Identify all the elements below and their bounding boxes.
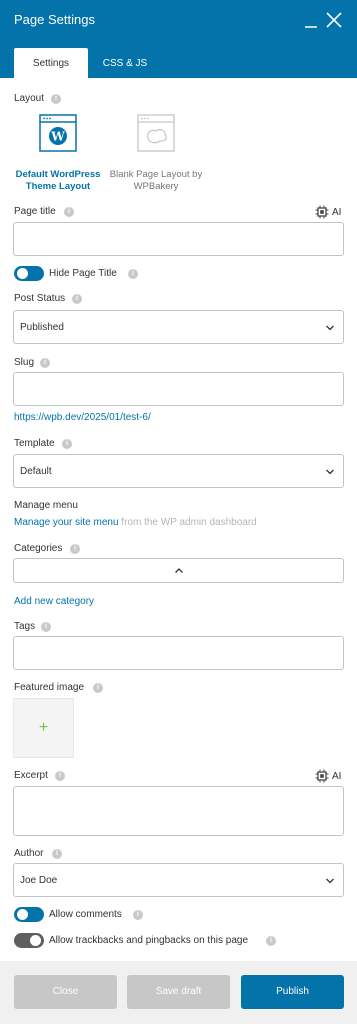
post-status-select[interactable]: Published	[13, 310, 344, 344]
plus-icon: +	[38, 719, 49, 736]
featured-image-add-button[interactable]: +	[13, 698, 74, 758]
tab-css-js[interactable]: CSS & JS	[95, 48, 155, 78]
close-button[interactable]: Close	[14, 975, 117, 1009]
manage-site-menu-link[interactable]: Manage your site menu	[14, 517, 119, 528]
manage-menu-suffix: from the WP admin dashboard	[121, 517, 257, 528]
ai-chip-icon	[315, 205, 329, 219]
slug-label: Slug	[14, 357, 35, 368]
template-value: Default	[20, 466, 52, 477]
categories-info-icon: i	[70, 544, 80, 554]
tab-settings[interactable]: Settings	[14, 48, 88, 78]
allow-trackbacks-label: Allow trackbacks and pingbacks on this p…	[49, 935, 249, 946]
layout-default-label: Default WordPress Theme Layout	[15, 169, 101, 192]
excerpt-textarea[interactable]	[13, 786, 344, 836]
page-title-input[interactable]	[13, 222, 344, 256]
allow-comments-info-icon: i	[133, 910, 143, 920]
minimize-icon	[305, 26, 317, 28]
post-status-value: Published	[20, 322, 64, 333]
featured-image-label: Featured image	[14, 682, 85, 693]
author-info-icon: i	[52, 849, 62, 859]
chevron-down-icon	[326, 325, 334, 331]
minimize-button[interactable]	[302, 10, 322, 30]
layout-info-icon: i	[51, 94, 61, 104]
featured-image-info-icon: i	[93, 683, 103, 693]
slug-input[interactable]	[13, 372, 344, 406]
allow-comments-label: Allow comments	[49, 909, 122, 920]
author-value: Joe Doe	[20, 875, 58, 886]
allow-trackbacks-info-icon: i	[266, 936, 276, 946]
panel-footer: Close Save draft Publish	[0, 961, 357, 1024]
add-new-category-link[interactable]: Add new category	[14, 596, 94, 607]
close-panel-button[interactable]	[324, 10, 344, 30]
save-draft-button[interactable]: Save draft	[127, 975, 230, 1009]
tags-input[interactable]	[13, 636, 344, 670]
author-select[interactable]: Joe Doe	[13, 863, 344, 897]
page-settings-header: Page Settings Settings CSS & JS	[0, 0, 357, 78]
wordpress-layout-icon: W	[39, 114, 77, 152]
chevron-down-icon	[326, 878, 334, 884]
slug-url-link[interactable]: https://wpb.dev/2025/01/test-6/	[14, 412, 151, 423]
layout-option-default[interactable]: W Default WordPress Theme Layout	[8, 114, 108, 193]
hide-page-title-label: Hide Page Title	[49, 268, 117, 279]
categories-label: Categories	[14, 543, 63, 554]
hide-page-title-toggle[interactable]	[14, 266, 44, 281]
layout-label: Layout	[14, 93, 45, 104]
svg-text:W: W	[50, 130, 65, 144]
post-status-label: Post Status	[14, 293, 66, 304]
panel-title: Page Settings	[14, 12, 95, 27]
chevron-down-icon	[326, 469, 334, 475]
page-title-ai-button[interactable]: AI	[315, 205, 341, 219]
template-label: Template	[14, 438, 55, 449]
allow-trackbacks-toggle[interactable]	[14, 933, 44, 948]
excerpt-ai-label: AI	[332, 770, 342, 782]
ai-chip-icon	[315, 769, 329, 783]
publish-button[interactable]: Publish	[241, 975, 344, 1009]
hide-title-info-icon: i	[128, 269, 138, 279]
tags-label: Tags	[14, 621, 36, 632]
manage-menu-label: Manage menu	[14, 500, 78, 511]
slug-info-icon: i	[40, 358, 50, 368]
layout-option-blank[interactable]: Blank Page Layout by WPBakery	[106, 114, 206, 193]
excerpt-ai-button[interactable]: AI	[315, 769, 341, 783]
chevron-up-icon	[175, 568, 183, 573]
blank-layout-icon	[137, 114, 175, 152]
tags-info-icon: i	[41, 622, 51, 632]
categories-field[interactable]	[13, 558, 344, 583]
page-title-info-icon: i	[64, 207, 74, 217]
manage-menu-text: Manage your site menu from the WP admin …	[14, 517, 257, 528]
layout-blank-label: Blank Page Layout by WPBakery	[109, 169, 203, 192]
template-info-icon: i	[62, 439, 72, 449]
close-icon	[326, 12, 342, 28]
page-title-ai-label: AI	[332, 206, 342, 218]
template-select[interactable]: Default	[13, 454, 344, 488]
excerpt-label: Excerpt	[14, 770, 48, 781]
allow-comments-toggle[interactable]	[14, 907, 44, 922]
excerpt-info-icon: i	[55, 771, 65, 781]
page-title-label: Page title	[14, 206, 56, 217]
post-status-info-icon: i	[72, 294, 82, 304]
author-label: Author	[14, 848, 44, 859]
